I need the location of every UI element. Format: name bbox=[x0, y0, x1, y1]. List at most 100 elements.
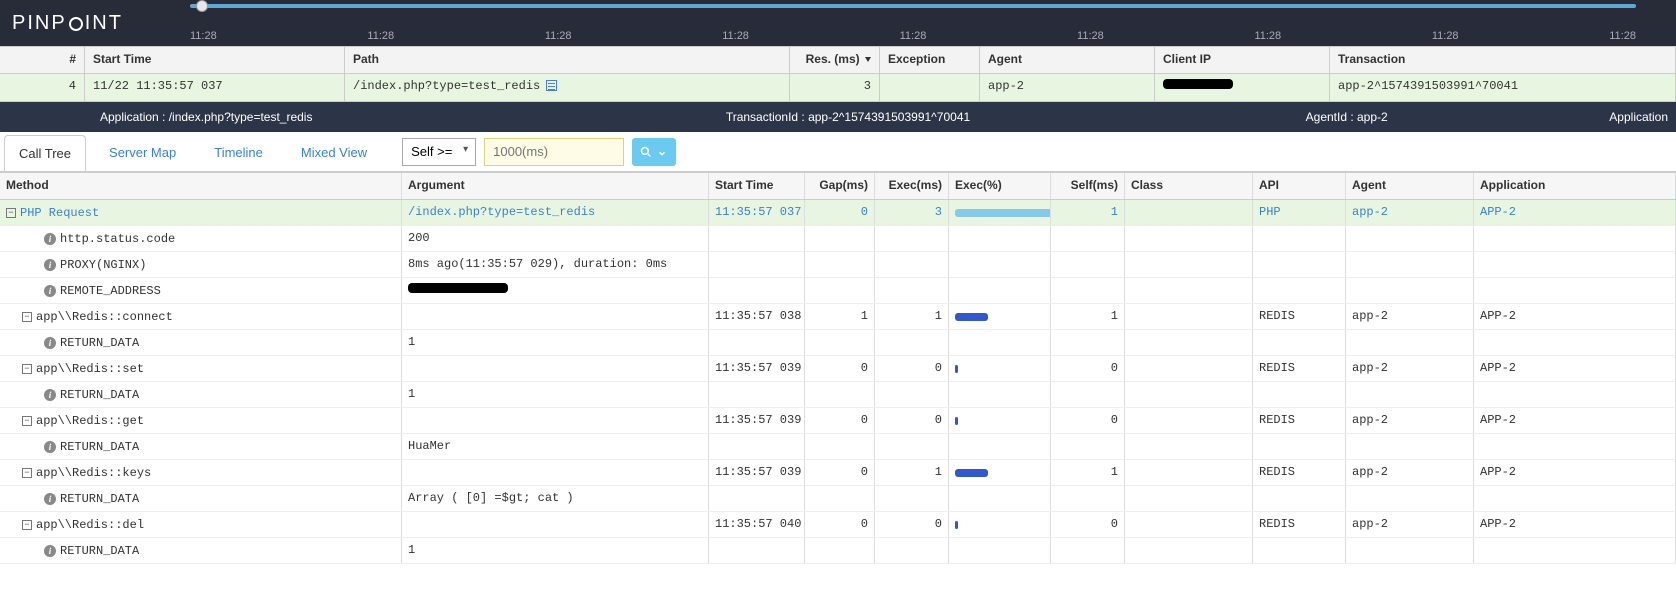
col-client-ip[interactable]: Client IP bbox=[1155, 47, 1330, 73]
th-api[interactable]: API bbox=[1253, 173, 1346, 199]
cell-argument: 1 bbox=[402, 330, 709, 355]
cell-argument: Array ( [0] =$gt; cat ) bbox=[402, 486, 709, 511]
th-self[interactable]: Self(ms) bbox=[1051, 173, 1125, 199]
th-exec-pct[interactable]: Exec(%) bbox=[949, 173, 1051, 199]
cell-gap: 1 bbox=[805, 304, 875, 329]
cell-exec: 0 bbox=[875, 356, 949, 381]
cell-self: 0 bbox=[1051, 408, 1125, 433]
cell-api: REDIS bbox=[1253, 460, 1346, 485]
cell-gap bbox=[805, 252, 875, 277]
cell-api: PHP bbox=[1253, 200, 1346, 225]
tab-mixed-view[interactable]: Mixed View bbox=[286, 134, 382, 170]
collapse-icon[interactable]: − bbox=[6, 208, 16, 218]
cell-argument: 8ms ago(11:35:57 029), duration: 0ms bbox=[402, 252, 709, 277]
timeline[interactable]: 11:2811:2811:2811:2811:2811:2811:2811:28… bbox=[150, 0, 1676, 46]
cell-argument bbox=[402, 278, 709, 303]
self-filter-select[interactable]: Self >= bbox=[402, 138, 476, 166]
tree-row[interactable]: − app\\Redis::set11:35:57 039000REDISapp… bbox=[0, 356, 1676, 382]
cell-start-time: 11:35:57 040 bbox=[709, 512, 805, 537]
th-class[interactable]: Class bbox=[1125, 173, 1253, 199]
search-button[interactable] bbox=[632, 138, 676, 166]
cell-class bbox=[1125, 226, 1253, 251]
tree-row[interactable]: i REMOTE_ADDRESS bbox=[0, 278, 1676, 304]
col-exception[interactable]: Exception bbox=[880, 47, 980, 73]
cell-agent: app-2 bbox=[1346, 200, 1474, 225]
th-application[interactable]: Application bbox=[1474, 173, 1676, 199]
cell-method: i RETURN_DATA bbox=[0, 486, 402, 511]
tree-row[interactable]: − PHP Request/index.php?type=test_redis1… bbox=[0, 200, 1676, 226]
cell-gap bbox=[805, 538, 875, 563]
tree-row[interactable]: − app\\Redis::get11:35:57 039000REDISapp… bbox=[0, 408, 1676, 434]
cell-exec-pct bbox=[949, 382, 1051, 407]
cell-exec bbox=[875, 382, 949, 407]
col-start-time[interactable]: Start Time bbox=[85, 47, 345, 73]
method-label: RETURN_DATA bbox=[60, 440, 139, 454]
timeline-thumb-icon[interactable] bbox=[196, 0, 208, 12]
tree-row[interactable]: i RETURN_DATA1 bbox=[0, 538, 1676, 564]
tree-row[interactable]: i RETURN_DATAHuaMer bbox=[0, 434, 1676, 460]
cell-gap bbox=[805, 486, 875, 511]
exec-bar-icon bbox=[955, 365, 958, 373]
self-ms-input[interactable] bbox=[484, 138, 624, 166]
col-path[interactable]: Path bbox=[345, 47, 790, 73]
tree-row[interactable]: i PROXY(NGINX)8ms ago(11:35:57 029), dur… bbox=[0, 252, 1676, 278]
cell-exec-pct bbox=[949, 330, 1051, 355]
cell-method: i PROXY(NGINX) bbox=[0, 252, 402, 277]
cell-gap bbox=[805, 382, 875, 407]
col-transaction[interactable]: Transaction bbox=[1330, 47, 1676, 73]
cell-start-time: 11:35:57 038 bbox=[709, 304, 805, 329]
th-start-time[interactable]: Start Time bbox=[709, 173, 805, 199]
tab-timeline[interactable]: Timeline bbox=[199, 134, 278, 170]
cell-start-time bbox=[709, 226, 805, 251]
tree-row[interactable]: i http.status.code200 bbox=[0, 226, 1676, 252]
collapse-icon[interactable]: − bbox=[22, 416, 32, 426]
cell-argument bbox=[402, 408, 709, 433]
col-number[interactable]: # bbox=[0, 47, 85, 73]
cell-method: i RETURN_DATA bbox=[0, 434, 402, 459]
cell-class bbox=[1125, 304, 1253, 329]
th-agent[interactable]: Agent bbox=[1346, 173, 1474, 199]
cell-application bbox=[1474, 486, 1676, 511]
tree-row[interactable]: − app\\Redis::del11:35:57 040000REDISapp… bbox=[0, 512, 1676, 538]
transaction-row[interactable]: 4 11/22 11:35:57 037 /index.php?type=tes… bbox=[0, 74, 1676, 102]
col-res-ms[interactable]: Res. (ms) bbox=[790, 47, 880, 73]
row-transaction: app-2^1574391503991^70041 bbox=[1330, 74, 1676, 101]
th-gap[interactable]: Gap(ms) bbox=[805, 173, 875, 199]
th-method[interactable]: Method bbox=[0, 173, 402, 199]
cell-api: REDIS bbox=[1253, 408, 1346, 433]
cell-argument: 1 bbox=[402, 382, 709, 407]
tab-server-map[interactable]: Server Map bbox=[94, 134, 191, 170]
tree-row[interactable]: i RETURN_DATA1 bbox=[0, 330, 1676, 356]
cell-exec bbox=[875, 330, 949, 355]
cell-method: i REMOTE_ADDRESS bbox=[0, 278, 402, 303]
tree-row[interactable]: i RETURN_DATA1 bbox=[0, 382, 1676, 408]
th-exec[interactable]: Exec(ms) bbox=[875, 173, 949, 199]
collapse-icon[interactable]: − bbox=[22, 312, 32, 322]
detail-icon[interactable] bbox=[546, 80, 557, 91]
collapse-icon[interactable]: − bbox=[22, 468, 32, 478]
method-label: PHP Request bbox=[20, 206, 99, 220]
timeline-tick: 11:28 bbox=[545, 30, 572, 42]
collapse-icon[interactable]: − bbox=[22, 364, 32, 374]
cell-start-time bbox=[709, 382, 805, 407]
col-agent[interactable]: Agent bbox=[980, 47, 1155, 73]
tree-row[interactable]: − app\\Redis::keys11:35:57 039011REDISap… bbox=[0, 460, 1676, 486]
cell-start-time bbox=[709, 486, 805, 511]
row-agent: app-2 bbox=[980, 74, 1155, 101]
th-argument[interactable]: Argument bbox=[402, 173, 709, 199]
cell-application: APP-2 bbox=[1474, 460, 1676, 485]
cell-exec-pct bbox=[949, 278, 1051, 303]
tab-call-tree[interactable]: Call Tree bbox=[4, 135, 86, 171]
logo: PINPINT bbox=[0, 12, 123, 35]
cell-method: i RETURN_DATA bbox=[0, 330, 402, 355]
tree-row[interactable]: − app\\Redis::connect11:35:57 038111REDI… bbox=[0, 304, 1676, 330]
info-icon: i bbox=[44, 545, 56, 557]
tree-header: Method Argument Start Time Gap(ms) Exec(… bbox=[0, 172, 1676, 200]
cell-start-time bbox=[709, 434, 805, 459]
cell-application bbox=[1474, 226, 1676, 251]
cell-application bbox=[1474, 434, 1676, 459]
meta-application: Application : /index.php?type=test_redis bbox=[0, 110, 599, 124]
cell-class bbox=[1125, 200, 1253, 225]
tree-row[interactable]: i RETURN_DATAArray ( [0] =$gt; cat ) bbox=[0, 486, 1676, 512]
collapse-icon[interactable]: − bbox=[22, 520, 32, 530]
